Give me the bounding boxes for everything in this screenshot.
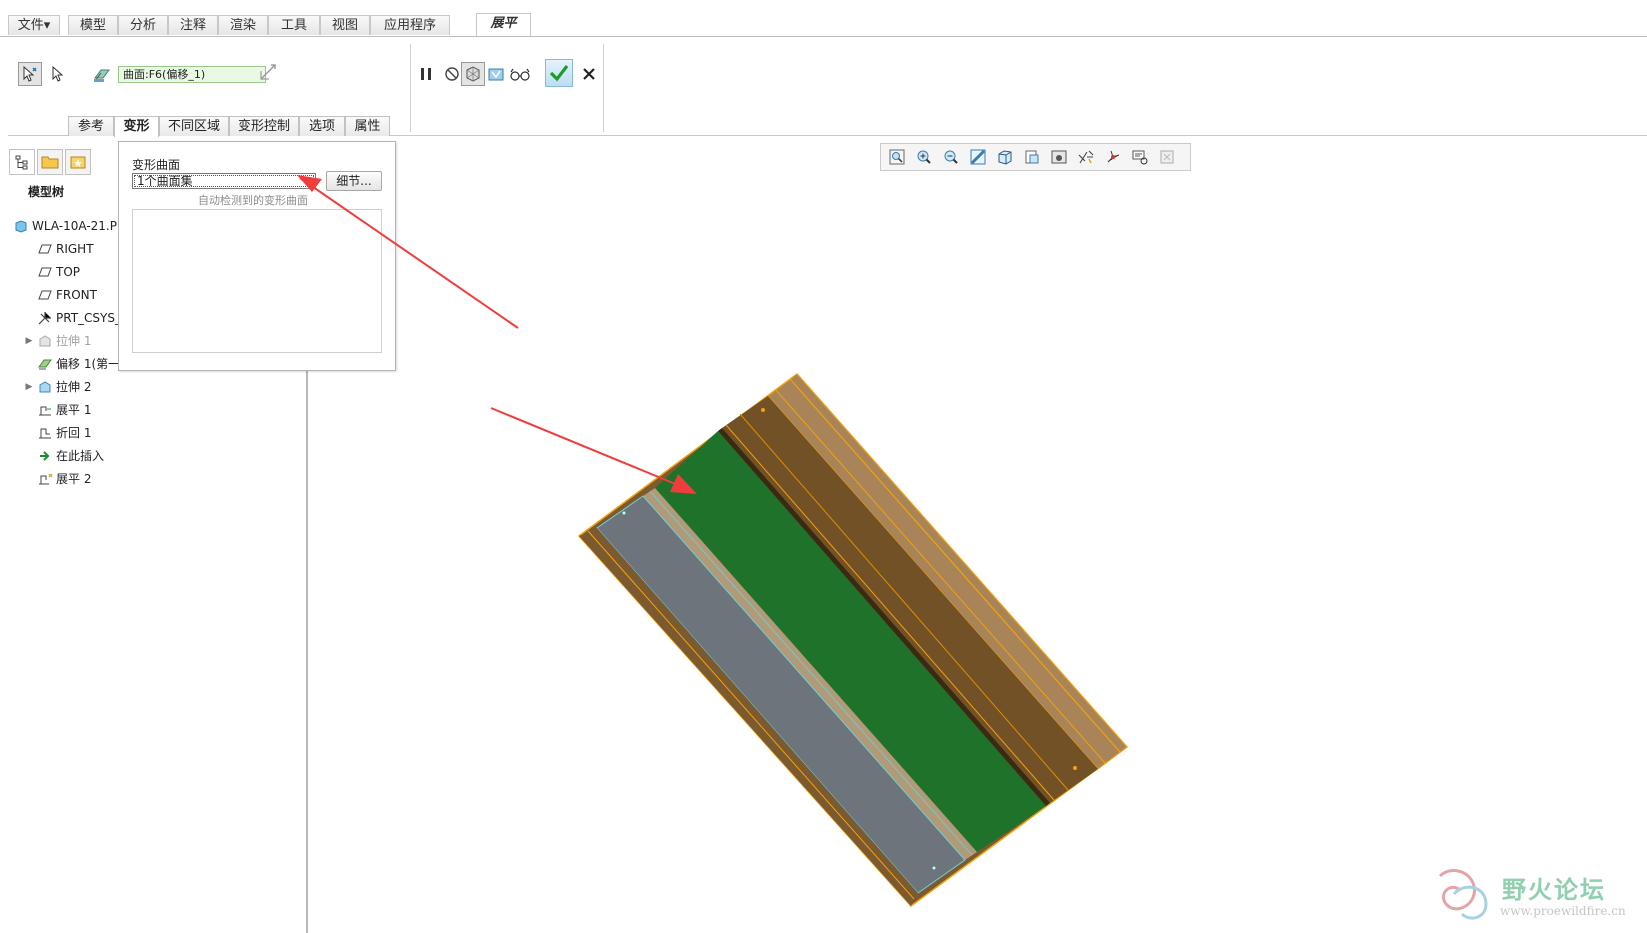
watermark-text: 野火论坛 xyxy=(1502,876,1606,904)
flattened-sheetmetal-model xyxy=(577,372,1129,908)
graphics-window[interactable] xyxy=(0,0,1647,933)
annotation-arrow xyxy=(490,407,697,494)
annotation-arrow xyxy=(297,175,519,329)
watermark-url: www.proewildfire.cn xyxy=(1500,904,1626,918)
watermark-logo xyxy=(1438,869,1488,920)
